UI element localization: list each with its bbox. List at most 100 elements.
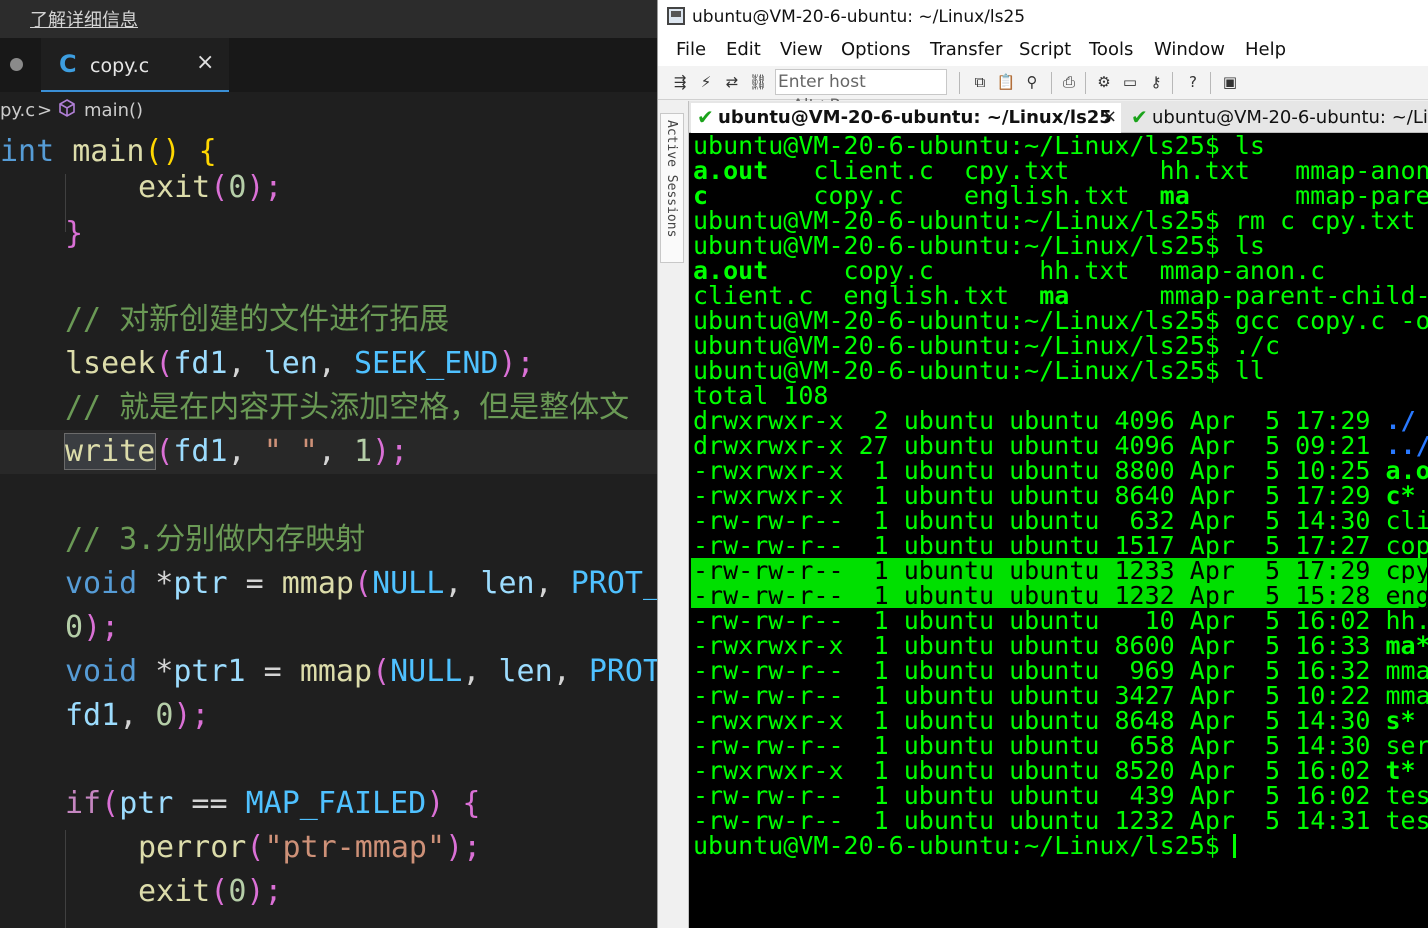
breadcrumb-symbol[interactable]: main() <box>84 100 143 121</box>
connected-check-icon: ✔ <box>697 105 714 129</box>
ll-row: -rwxrwxr-x 1 ubuntu ubuntu 8600 Apr 5 16… <box>693 631 1428 660</box>
indent-guide <box>65 830 66 928</box>
menu-view[interactable]: View <box>780 39 823 60</box>
notification-strip: 了解详细信息 <box>0 0 657 38</box>
terminal-line: total 108 <box>693 381 829 410</box>
code-comment: // 对新创建的文件进行拓展 <box>65 302 450 337</box>
print-icon[interactable]: ⎙ <box>1059 72 1079 92</box>
menu-help[interactable]: Help <box>1245 39 1286 60</box>
reconnect-icon[interactable]: ⇄ <box>722 72 742 92</box>
disconnect-icon[interactable]: ⛓ <box>748 72 768 92</box>
menu-transfer[interactable]: Transfer <box>930 39 1002 60</box>
ll-row: -rw-rw-r-- 1 ubuntu ubuntu 1232 Apr 5 14… <box>693 806 1428 835</box>
tab-label: copy.c <box>90 55 150 77</box>
code-line: fd1, 0); <box>65 698 210 733</box>
ll-row: -rw-rw-r-- 1 ubuntu ubuntu 969 Apr 5 16:… <box>693 656 1428 685</box>
learn-more-link[interactable]: 了解详细信息 <box>30 6 138 32</box>
terminal-line: c copy.c english.txt ma mmap-parent <box>693 181 1428 210</box>
terminal-line: ubuntu@VM-20-6-ubuntu:~/Linux/ls25$ ./c <box>693 331 1281 360</box>
key-icon[interactable]: ⚷ <box>1146 72 1166 92</box>
toolbar: ⇶ ⚡ ⇄ ⛓ Enter host <Alt+R> ⧉ 📋 ⚲ ⎙ ⚙ ▭ ⚷… <box>658 66 1428 116</box>
help-icon[interactable]: ? <box>1183 72 1203 92</box>
terminal-line: a.out client.c cpy.txt hh.txt mmap-anon.… <box>693 156 1428 185</box>
copy-icon[interactable]: ⧉ <box>970 72 990 92</box>
terminal-output[interactable]: ubuntu@VM-20-6-ubuntu:~/Linux/ls25$ ls a… <box>689 133 1428 928</box>
terminal-line: client.c english.txt ma mmap-parent-chil… <box>693 281 1428 310</box>
ll-row: -rw-rw-r-- 1 ubuntu ubuntu 1232 Apr 5 15… <box>693 581 1428 610</box>
menu-script[interactable]: Script <box>1019 39 1071 60</box>
terminal-line: a.out copy.c hh.txt mmap-anon.c <box>693 256 1326 285</box>
active-sessions-label: Active Sessions <box>664 120 679 238</box>
menu-tools[interactable]: Tools <box>1089 39 1133 60</box>
ll-row: -rwxrwxr-x 1 ubuntu ubuntu 8648 Apr 5 14… <box>693 706 1416 735</box>
terminal-line: ubuntu@VM-20-6-ubuntu:~/Linux/ls25$ ls <box>693 231 1265 260</box>
paste-icon[interactable]: 📋 <box>996 72 1016 92</box>
find-icon[interactable]: ⚲ <box>1022 72 1042 92</box>
ll-row: -rw-rw-r-- 1 ubuntu ubuntu 632 Apr 5 14:… <box>693 506 1428 535</box>
close-session-icon[interactable]: × <box>1102 106 1117 127</box>
sftp-icon[interactable]: ▣ <box>1220 72 1240 92</box>
terminal-line: ubuntu@VM-20-6-ubuntu:~/Linux/ls25$ ls <box>693 133 1265 160</box>
terminal-line: ubuntu@VM-20-6-ubuntu:~/Linux/ls25$ gcc … <box>693 306 1428 335</box>
close-tab-icon[interactable]: × <box>196 50 214 75</box>
terminal-line: ubuntu@VM-20-6-ubuntu:~/Linux/ls25$ ll <box>693 356 1265 385</box>
session-tab-bar: ✔ ubuntu@VM-20-6-ubuntu: ~/Linux/ls25 × … <box>689 101 1428 133</box>
code-line: write(fd1, " ", 1); <box>63 433 409 470</box>
active-sessions-panel: Active Sessions <box>658 101 689 928</box>
code-line: lseek(fd1, len, SEEK_END); <box>65 346 535 381</box>
menu-file[interactable]: File <box>676 39 706 60</box>
modified-dot-icon <box>10 58 23 71</box>
settings-gear-icon[interactable]: ⚙ <box>1094 72 1114 92</box>
menu-bar: File Edit View Options Transfer Script T… <box>658 34 1428 66</box>
securecrt-app-icon <box>667 7 685 25</box>
tab-copy-c[interactable]: C copy.c × <box>41 38 229 92</box>
ll-row: -rwxrwxr-x 1 ubuntu ubuntu 8640 Apr 5 17… <box>693 481 1416 510</box>
code-line: perror("ptr-mmap"); <box>138 830 482 865</box>
menu-options[interactable]: Options <box>841 39 910 60</box>
active-sessions-tab[interactable]: Active Sessions <box>660 113 684 263</box>
code-area[interactable]: int main() { exit(0); } // 对新创建的文件进行拓展 l… <box>0 130 657 928</box>
terminal-cursor <box>1233 834 1236 858</box>
code-line: void *ptr1 = mmap(NULL, len, PROT_READ <box>65 654 657 689</box>
code-editor-window: 了解详细信息 C copy.c × py.c > main() int main… <box>0 0 657 928</box>
code-line: exit(0); <box>138 170 283 205</box>
ll-row: -rw-rw-r-- 1 ubuntu ubuntu 439 Apr 5 16:… <box>693 781 1428 810</box>
connected-check-icon: ✔ <box>1131 105 1148 129</box>
c-language-icon: C <box>59 50 77 78</box>
menu-window[interactable]: Window <box>1154 39 1225 60</box>
menu-edit[interactable]: Edit <box>726 39 761 60</box>
ll-row: drwxrwxr-x 2 ubuntu ubuntu 4096 Apr 5 17… <box>693 406 1416 435</box>
code-comment: // 3.分别做内存映射 <box>65 522 366 557</box>
code-comment: // 就是在内容开头添加空格，但是整体文 <box>65 390 630 425</box>
terminal-prompt-line: ubuntu@VM-20-6-ubuntu:~/Linux/ls25$ <box>693 831 1220 860</box>
ll-row: -rw-rw-r-- 1 ubuntu ubuntu 1517 Apr 5 17… <box>693 531 1428 560</box>
chevron-right-icon: > <box>37 100 53 121</box>
terminal-window: ubuntu@VM-20-6-ubuntu: ~/Linux/ls25 File… <box>657 0 1428 928</box>
ll-row: drwxrwxr-x 27 ubuntu ubuntu 4096 Apr 5 0… <box>693 431 1428 460</box>
ll-row: -rw-rw-r-- 1 ubuntu ubuntu 1233 Apr 5 17… <box>693 556 1428 585</box>
ll-row: -rw-rw-r-- 1 ubuntu ubuntu 10 Apr 5 16:0… <box>693 606 1428 635</box>
window-title: ubuntu@VM-20-6-ubuntu: ~/Linux/ls25 <box>692 7 1026 27</box>
connect-icon[interactable]: ⇶ <box>670 72 690 92</box>
code-line: if(ptr == MAP_FAILED) { <box>65 786 481 821</box>
ll-row: -rw-rw-r-- 1 ubuntu ubuntu 3427 Apr 5 10… <box>693 681 1428 710</box>
window-title-bar: ubuntu@VM-20-6-ubuntu: ~/Linux/ls25 <box>658 0 1428 34</box>
session-tab-label: ubuntu@VM-20-6-ubuntu: ~/Linux/ls25 <box>718 107 1112 128</box>
editor-tab-bar: C copy.c × <box>0 38 657 92</box>
session-tab-2[interactable]: ✔ ubuntu@VM-20-6-ubuntu: ~/Linux/ls25 <box>1125 103 1428 133</box>
code-line: exit(0); <box>138 874 283 909</box>
breadcrumb: py.c > main() <box>0 94 657 128</box>
symbol-cube-icon <box>57 98 77 123</box>
global-options-icon[interactable]: ▭ <box>1120 72 1140 92</box>
enter-host-input[interactable]: Enter host <Alt+R> <box>775 69 947 116</box>
terminal-line: ubuntu@VM-20-6-ubuntu:~/Linux/ls25$ rm c… <box>693 206 1416 235</box>
ll-row: -rwxrwxr-x 1 ubuntu ubuntu 8800 Apr 5 10… <box>693 456 1428 485</box>
ll-row: -rwxrwxr-x 1 ubuntu ubuntu 8520 Apr 5 16… <box>693 756 1416 785</box>
session-tab-active[interactable]: ✔ ubuntu@VM-20-6-ubuntu: ~/Linux/ls25 × <box>691 103 1121 133</box>
session-tab-label: ubuntu@VM-20-6-ubuntu: ~/Linux/ls25 <box>1152 107 1428 128</box>
code-line: void *ptr = mmap(NULL, len, PROT_READ <box>65 566 657 601</box>
breadcrumb-file[interactable]: py.c <box>0 100 35 121</box>
ll-row: -rw-rw-r-- 1 ubuntu ubuntu 658 Apr 5 14:… <box>693 731 1428 760</box>
code-line: 0); <box>65 610 120 645</box>
quick-connect-icon[interactable]: ⚡ <box>696 72 716 92</box>
